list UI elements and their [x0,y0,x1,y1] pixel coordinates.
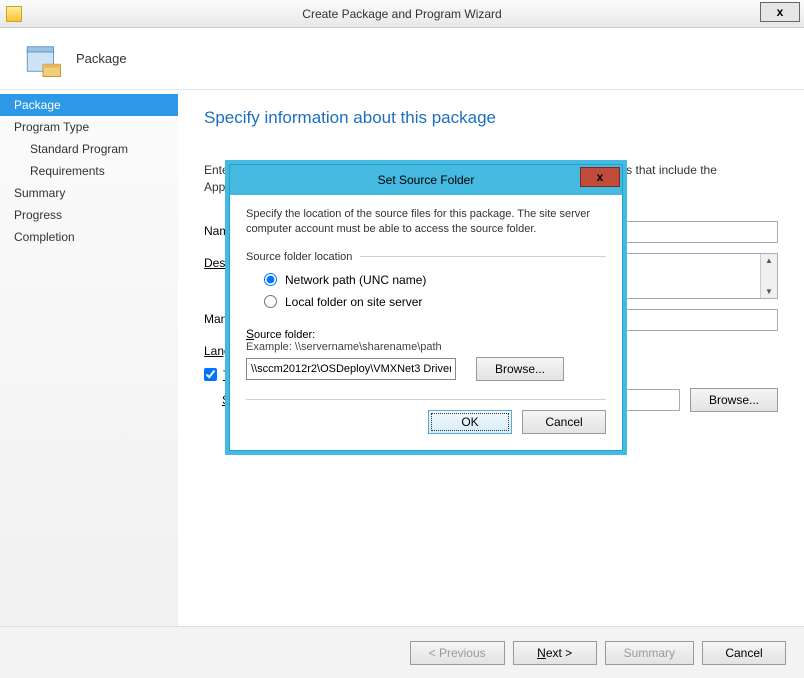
window-close-button[interactable]: x [760,2,800,22]
window-title: Create Package and Program Wizard [0,7,804,21]
radio-local-label: Local folder on site server [285,295,422,309]
previous-button[interactable]: < Previous [410,641,505,665]
window-titlebar: Create Package and Program Wizard x [0,0,804,28]
dialog-titlebar: Set Source Folder x [230,165,622,195]
sidebar-item-standard-program[interactable]: Standard Program [0,138,178,160]
scroll-down-arrow[interactable]: ▼ [765,285,773,298]
group-label: Source folder location [246,251,352,263]
dialog-cancel-button[interactable]: Cancel [522,410,606,434]
group-separator [360,256,606,257]
browse-button-main[interactable]: Browse... [690,388,778,412]
sidebar-item-program-type[interactable]: Program Type [0,116,178,138]
example-text: Example: \\servername\sharename\path [246,341,606,353]
sidebar-item-package[interactable]: Package [0,94,178,116]
cancel-button[interactable]: Cancel [702,641,786,665]
dialog-close-button[interactable]: x [580,167,620,187]
description-scrollbar[interactable]: ▲ ▼ [760,254,777,298]
scroll-up-arrow[interactable]: ▲ [765,254,773,267]
summary-button[interactable]: Summary [605,641,694,665]
dialog-browse-button[interactable]: Browse... [476,357,564,381]
dialog-title: Set Source Folder [378,173,475,187]
wizard-sidebar: Package Program Type Standard Program Re… [0,90,178,626]
radio-network-path[interactable] [264,273,277,286]
intro-right: ures that include the [609,163,717,177]
source-folder-heading: Source folder: [246,327,606,341]
dialog-separator [246,399,606,400]
sidebar-item-requirements[interactable]: Requirements [0,160,178,182]
source-path-input[interactable] [246,358,456,380]
sidebar-item-progress[interactable]: Progress [0,204,178,226]
page-heading: Specify information about this package [204,108,778,128]
radio-local-folder[interactable] [264,295,277,308]
header-label: Package [76,51,127,66]
set-source-folder-dialog: Set Source Folder x Specify the location… [229,164,623,451]
next-button[interactable]: Next > [513,641,597,665]
sidebar-item-summary[interactable]: Summary [0,182,178,204]
dialog-instruction: Specify the location of the source files… [246,207,606,237]
source-files-checkbox[interactable] [204,368,217,381]
dialog-ok-button[interactable]: OK [428,410,512,434]
package-icon [22,38,64,80]
wizard-footer: < Previous Next > Summary Cancel [0,626,804,678]
wizard-header: Package [0,28,804,90]
radio-network-label: Network path (UNC name) [285,273,426,287]
sidebar-item-completion[interactable]: Completion [0,226,178,248]
